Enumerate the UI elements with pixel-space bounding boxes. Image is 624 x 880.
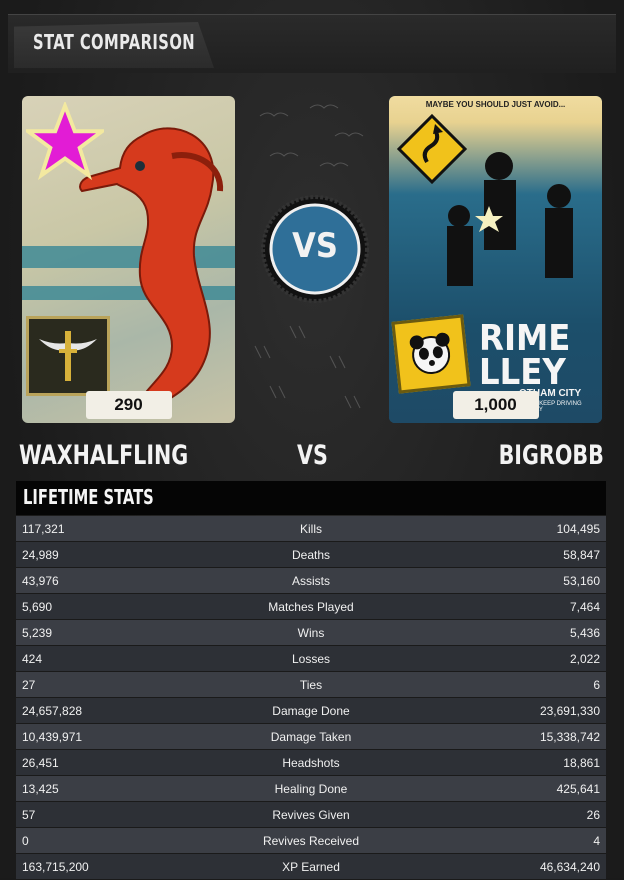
stat-label: Revives Received bbox=[262, 834, 360, 848]
right-value: 46,634,240 bbox=[539, 860, 600, 874]
stat-label: Deaths bbox=[291, 548, 331, 562]
stat-label: Kills bbox=[299, 522, 322, 536]
player-left-card[interactable]: 290 bbox=[22, 96, 235, 423]
right-value: 6 bbox=[593, 678, 600, 692]
table-row: 424 Losses 2,022 bbox=[16, 646, 606, 672]
right-value: 104,495 bbox=[556, 522, 600, 536]
right-value: 5,436 bbox=[569, 626, 600, 640]
stat-label: Ties bbox=[299, 678, 323, 692]
winged-sword-badge bbox=[26, 316, 110, 396]
table-row: 5,690 Matches Played 7,464 bbox=[16, 594, 606, 620]
stats-table: 117,321 Kills 104,495 24,989 Deaths 58,847 4… bbox=[16, 516, 606, 880]
panda-icon bbox=[409, 332, 451, 374]
poster-word-2: LLEY bbox=[479, 352, 566, 393]
player-left-score: 290 bbox=[85, 391, 172, 419]
table-row: 27 Ties 6 bbox=[16, 672, 606, 698]
vs-badge-label: VS bbox=[292, 226, 338, 266]
stat-label: Damage Taken bbox=[270, 730, 352, 744]
player-right-card[interactable]: MAYBE YOU SHOULD JUST AVOID... RIME LLEY… bbox=[389, 96, 602, 423]
right-value: 4 bbox=[593, 834, 600, 848]
lifetime-stats-title: LIFETIME STATS bbox=[23, 485, 154, 509]
stat-label: Damage Done bbox=[272, 704, 350, 718]
stat-label: Matches Played bbox=[268, 600, 354, 614]
thugs-silhouette-icon bbox=[447, 152, 573, 286]
table-row: 13,425 Healing Done 425,641 bbox=[16, 776, 606, 802]
table-row: 24,657,828 Damage Done 23,691,330 bbox=[16, 698, 606, 724]
stat-label: Headshots bbox=[282, 756, 340, 770]
player-left-name[interactable]: WAXHALFLING bbox=[19, 440, 188, 474]
table-row: 163,715,200 XP Earned 46,634,240 bbox=[16, 854, 606, 880]
right-value: 7,464 bbox=[569, 600, 600, 614]
right-value: 18,861 bbox=[563, 756, 600, 770]
table-row: 43,976 Assists 53,160 bbox=[16, 568, 606, 594]
table-row: 57 Revives Given 26 bbox=[16, 802, 606, 828]
winged-sword-icon bbox=[39, 331, 97, 381]
right-value: 26 bbox=[586, 808, 600, 822]
table-row: 117,321 Kills 104,495 bbox=[16, 516, 606, 542]
panda-badge bbox=[391, 314, 471, 394]
page-title: STAT COMPARISON bbox=[33, 30, 196, 54]
poster-top-text: MAYBE YOU SHOULD JUST AVOID... bbox=[425, 100, 566, 109]
table-row: 26,451 Headshots 18,861 bbox=[16, 750, 606, 776]
stat-label: Revives Given bbox=[272, 808, 350, 822]
stat-label: Healing Done bbox=[274, 782, 348, 796]
stat-label: Wins bbox=[297, 626, 325, 640]
stat-label: Assists bbox=[291, 574, 330, 588]
table-row: 5,239 Wins 5,436 bbox=[16, 620, 606, 646]
table-row: 10,439,971 Damage Taken 15,338,742 bbox=[16, 724, 606, 750]
right-value: 53,160 bbox=[563, 574, 600, 588]
lifetime-stats-header: LIFETIME STATS bbox=[16, 481, 606, 515]
table-row: 24,989 Deaths 58,847 bbox=[16, 542, 606, 568]
right-value: 23,691,330 bbox=[539, 704, 600, 718]
right-value: 15,338,742 bbox=[539, 730, 600, 744]
stat-label: XP Earned bbox=[282, 860, 340, 874]
versus-label: VS bbox=[297, 440, 328, 471]
right-value: 425,641 bbox=[556, 782, 600, 796]
right-value: 2,022 bbox=[569, 652, 600, 666]
star-icon bbox=[26, 102, 104, 180]
player-right-score: 1,000 bbox=[452, 391, 539, 419]
right-value: 58,847 bbox=[563, 548, 600, 562]
player-right-name[interactable]: BIGROBB bbox=[499, 440, 604, 474]
stat-label: Losses bbox=[291, 652, 331, 666]
table-row: 0 Revives Received 4 bbox=[16, 828, 606, 854]
versus-area: VS bbox=[250, 96, 380, 423]
